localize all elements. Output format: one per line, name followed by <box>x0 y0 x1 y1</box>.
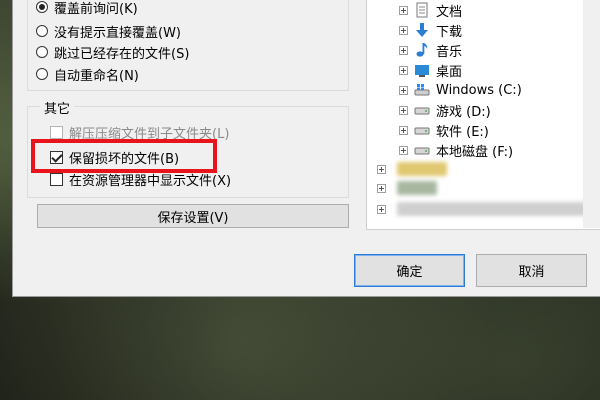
cancel-label: 取消 <box>518 265 545 280</box>
ok-button[interactable]: 确定 <box>354 254 465 287</box>
drive-icon <box>414 142 430 158</box>
checkbox-keep-broken-files[interactable]: 保留损坏的文件(B) <box>50 147 179 167</box>
checkbox-extract-to-subfolder[interactable]: 解压压缩文件到子文件夹(L) <box>50 122 229 142</box>
radio-label: 没有提示直接覆盖(W) <box>54 25 181 41</box>
tree-item-label: Windows (C:) <box>436 82 522 98</box>
expand-icon[interactable] <box>399 5 408 15</box>
expand-icon[interactable] <box>377 205 386 214</box>
blurred-item <box>397 181 437 195</box>
checkbox[interactable] <box>50 150 63 164</box>
radio-ask-before-overwrite[interactable]: 覆盖前询问(K) <box>36 0 138 17</box>
expand-icon[interactable] <box>399 85 408 95</box>
tree-item-drive-c[interactable]: Windows (C:) <box>399 80 522 100</box>
expand-icon[interactable] <box>377 184 386 193</box>
tree-item-documents[interactable]: 文档 <box>399 0 462 20</box>
expand-icon[interactable] <box>399 105 408 115</box>
tree-item-label: 音乐 <box>436 44 463 60</box>
tree-scrollbar[interactable] <box>583 0 600 228</box>
blurred-item <box>397 162 447 176</box>
save-settings-label: 保存设置(V) <box>157 210 229 226</box>
tree-item-label: 本地磁盘 (F:) <box>436 144 514 160</box>
document-icon <box>414 2 430 18</box>
music-note-icon <box>414 42 430 58</box>
cancel-button[interactable]: 取消 <box>476 254 587 287</box>
expand-icon[interactable] <box>399 145 408 155</box>
windows-drive-icon <box>414 82 430 98</box>
download-arrow-icon <box>414 22 430 38</box>
radio-auto-rename[interactable]: 自动重命名(N) <box>36 64 139 84</box>
save-settings-button[interactable]: 保存设置(V) <box>37 204 349 228</box>
tree-item-music[interactable]: 音乐 <box>399 40 462 60</box>
expand-icon[interactable] <box>399 45 408 55</box>
radio-button[interactable] <box>36 46 48 58</box>
tree-item-desktop[interactable]: 桌面 <box>399 60 462 80</box>
radio-button[interactable] <box>36 68 48 80</box>
radio-button[interactable] <box>36 1 48 13</box>
expand-icon[interactable] <box>377 165 386 174</box>
checkbox-show-in-explorer[interactable]: 在资源管理器中显示文件(X) <box>50 169 231 189</box>
tree-item-label: 桌面 <box>436 64 463 80</box>
tree-item-label: 软件 (E:) <box>436 124 489 140</box>
drive-icon <box>414 122 430 138</box>
expand-icon[interactable] <box>399 25 408 35</box>
radio-skip-existing[interactable]: 跳过已经存在的文件(S) <box>36 42 189 62</box>
tree-item-drive-e[interactable]: 软件 (E:) <box>399 120 489 140</box>
ok-label: 确定 <box>396 265 423 280</box>
checkbox[interactable] <box>50 172 63 186</box>
expand-icon[interactable] <box>399 125 408 135</box>
tree-item-drive-f[interactable]: 本地磁盘 (F:) <box>399 140 513 160</box>
radio-label: 自动重命名(N) <box>54 68 139 84</box>
drive-icon <box>414 102 430 118</box>
checkbox-label: 在资源管理器中显示文件(X) <box>69 173 232 189</box>
desktop-icon <box>414 62 430 78</box>
checkbox-label: 解压压缩文件到子文件夹(L) <box>69 126 230 142</box>
radio-label: 跳过已经存在的文件(S) <box>54 46 190 62</box>
radio-button[interactable] <box>36 25 48 37</box>
tree-item-downloads[interactable]: 下载 <box>399 20 462 40</box>
other-section-title: 其它 <box>40 98 75 117</box>
checkbox-label: 保留损坏的文件(B) <box>69 151 180 167</box>
tree-item-drive-d[interactable]: 游戏 (D:) <box>399 100 491 120</box>
tree-item-label: 下载 <box>436 24 463 40</box>
radio-label: 覆盖前询问(K) <box>54 1 138 17</box>
tree-item-label: 文档 <box>436 4 463 20</box>
radio-overwrite-without-prompt[interactable]: 没有提示直接覆盖(W) <box>36 21 181 41</box>
blurred-item <box>397 202 587 216</box>
checkbox[interactable] <box>50 125 63 139</box>
folder-tree-panel[interactable]: 文档 下载 音乐 桌面 Windows (C:) 游戏 (D:) 软件 (E:)… <box>366 0 600 230</box>
tree-item-label: 游戏 (D:) <box>436 104 491 120</box>
expand-icon[interactable] <box>399 65 408 75</box>
